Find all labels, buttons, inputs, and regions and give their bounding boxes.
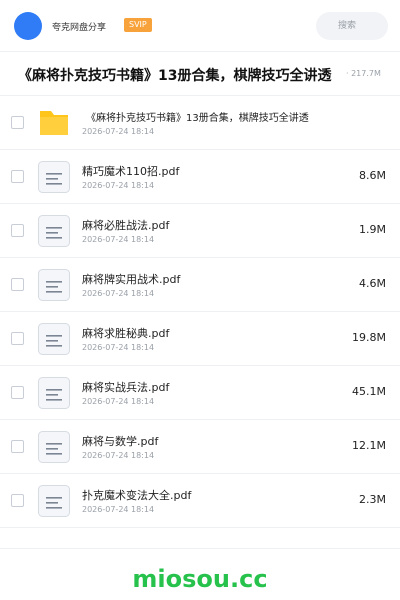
avatar[interactable] xyxy=(14,12,42,40)
file-size: 2.3M xyxy=(359,493,386,506)
list-item[interactable]: 麻将牌实用战术.pdf 2026-07-24 18:14 4.6M xyxy=(0,258,400,312)
list-item[interactable]: 麻将实战兵法.pdf 2026-07-24 18:14 45.1M xyxy=(0,366,400,420)
document-icon xyxy=(38,269,70,301)
checkbox[interactable] xyxy=(11,224,24,237)
file-size: 4.6M xyxy=(359,277,386,290)
file-name[interactable]: 扑克魔术变法大全.pdf xyxy=(82,487,191,503)
file-size: 1.9M xyxy=(359,223,386,236)
file-size: 19.8M xyxy=(352,331,386,344)
list-item[interactable]: 麻将与数学.pdf 2026-07-24 18:14 12.1M xyxy=(0,420,400,474)
list-item[interactable]: 扑克魔术变法大全.pdf 2026-07-24 18:14 2.3M xyxy=(0,474,400,528)
page-title: 《麻将扑克技巧书籍》13册合集，棋牌技巧全讲透 xyxy=(18,68,332,84)
document-icon xyxy=(38,377,70,409)
checkbox[interactable] xyxy=(11,278,24,291)
footer: miosou.cc xyxy=(0,548,400,600)
file-date: 2026-07-24 18:14 xyxy=(82,451,155,460)
checkbox[interactable] xyxy=(11,332,24,345)
file-date: 2026-07-24 18:14 xyxy=(82,397,155,406)
document-icon xyxy=(38,485,70,517)
file-size: 45.1M xyxy=(352,385,386,398)
file-name[interactable]: 麻将求胜秘典.pdf xyxy=(82,325,169,341)
top-bar: 夸克网盘分享 SVIP 搜索 xyxy=(0,0,400,52)
checkbox[interactable] xyxy=(11,494,24,507)
file-date: 2026-07-24 18:14 xyxy=(82,505,155,514)
document-icon xyxy=(38,323,70,355)
file-name[interactable]: 精巧魔术110招.pdf xyxy=(82,163,179,179)
file-name[interactable]: 《麻将扑克技巧书籍》13册合集，棋牌技巧全讲透 xyxy=(86,109,309,124)
file-name[interactable]: 麻将牌实用战术.pdf xyxy=(82,271,180,287)
folder-title-bar: 《麻将扑克技巧书籍》13册合集，棋牌技巧全讲透 · 217.7M xyxy=(0,52,400,96)
list-item[interactable]: 麻将必胜战法.pdf 2026-07-24 18:14 1.9M xyxy=(0,204,400,258)
file-list: 《麻将扑克技巧书籍》13册合集，棋牌技巧全讲透 2026-07-24 18:14 精… xyxy=(0,96,400,528)
file-date: 2026-07-24 18:14 xyxy=(82,343,155,352)
file-date: 2026-07-24 18:14 xyxy=(82,289,155,298)
file-size: 12.1M xyxy=(352,439,386,452)
checkbox[interactable] xyxy=(11,170,24,183)
file-size: 8.6M xyxy=(359,169,386,182)
brand-label: 夸克网盘分享 xyxy=(52,23,107,33)
document-icon xyxy=(38,161,70,193)
file-date: 2026-07-24 18:14 xyxy=(82,235,155,244)
list-item[interactable]: 《麻将扑克技巧书籍》13册合集，棋牌技巧全讲透 2026-07-24 18:14 xyxy=(0,96,400,150)
file-name[interactable]: 麻将与数学.pdf xyxy=(82,433,158,449)
folder-icon xyxy=(38,107,70,139)
file-name[interactable]: 麻将实战兵法.pdf xyxy=(82,379,169,395)
file-date: 2026-07-24 18:14 xyxy=(82,181,155,190)
folder-size: · 217.7M xyxy=(346,69,381,78)
search-input[interactable]: 搜索 xyxy=(316,12,388,40)
svip-badge: SVIP xyxy=(124,18,152,32)
list-item[interactable]: 精巧魔术110招.pdf 2026-07-24 18:14 8.6M xyxy=(0,150,400,204)
site-watermark: miosou.cc xyxy=(132,565,268,593)
list-item[interactable]: 麻将求胜秘典.pdf 2026-07-24 18:14 19.8M xyxy=(0,312,400,366)
checkbox[interactable] xyxy=(11,440,24,453)
document-icon xyxy=(38,431,70,463)
file-name[interactable]: 麻将必胜战法.pdf xyxy=(82,217,169,233)
checkbox[interactable] xyxy=(11,386,24,399)
file-date: 2026-07-24 18:14 xyxy=(82,127,155,136)
checkbox[interactable] xyxy=(11,116,24,129)
document-icon xyxy=(38,215,70,247)
